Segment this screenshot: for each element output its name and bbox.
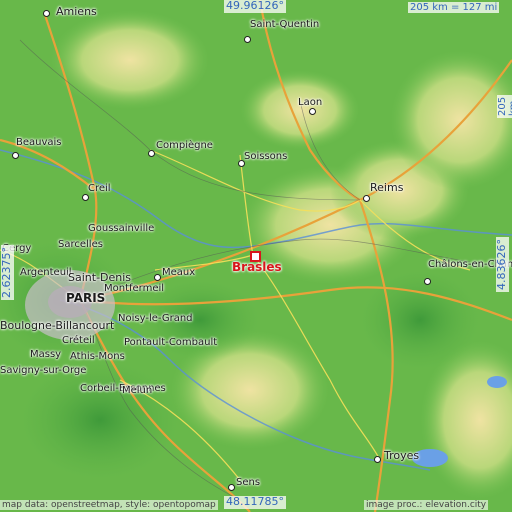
south-coordinate: 48.11785° bbox=[224, 495, 286, 509]
place-goussainville: Goussainville bbox=[88, 223, 155, 234]
place-dot bbox=[424, 278, 431, 285]
attribution-image-proc: image proc.: elevation.city bbox=[364, 500, 489, 510]
place-dot bbox=[82, 194, 89, 201]
place-paris: PARIS bbox=[66, 291, 106, 305]
east-coordinate: 4.83626° bbox=[495, 237, 509, 292]
place-melun: Melun bbox=[122, 385, 153, 396]
place-savigny-sur-orge: Savigny-sur-Orge bbox=[0, 365, 87, 376]
map-view[interactable]: Amiens Saint-Quentin Laon Beauvais Compi… bbox=[0, 0, 512, 512]
place-sens: Sens bbox=[236, 477, 261, 488]
place-meaux: Meaux bbox=[162, 267, 196, 278]
horizontal-scale: 205 km = 127 mi bbox=[408, 2, 500, 13]
place-massy: Massy bbox=[30, 349, 62, 360]
attribution-map-data: map data: openstreetmap, style: opentopo… bbox=[0, 500, 218, 510]
place-beauvais: Beauvais bbox=[16, 137, 62, 148]
place-amiens: Amiens bbox=[56, 5, 97, 18]
place-laon: Laon bbox=[298, 97, 323, 108]
place-athis-mons: Athis-Mons bbox=[70, 351, 125, 362]
place-boulogne-billancourt: Boulogne-Billancourt bbox=[0, 319, 115, 332]
place-dot bbox=[374, 456, 381, 463]
place-saint-quentin: Saint-Quentin bbox=[250, 19, 320, 30]
place-troyes: Troyes bbox=[384, 449, 420, 462]
place-dot bbox=[148, 150, 155, 157]
vertical-scale: 205 km = 127 mi bbox=[497, 94, 512, 118]
place-dot bbox=[309, 108, 316, 115]
place-dot bbox=[244, 36, 251, 43]
place-dot bbox=[12, 152, 19, 159]
place-dot bbox=[154, 274, 161, 281]
place-dot bbox=[228, 484, 235, 491]
place-dot bbox=[238, 160, 245, 167]
place-creteil: Créteil bbox=[62, 335, 95, 346]
north-coordinate: 49.96126° bbox=[224, 0, 286, 13]
place-soissons: Soissons bbox=[244, 151, 288, 162]
place-sarcelles: Sarcelles bbox=[58, 239, 103, 250]
place-argenteuil: Argenteuil bbox=[20, 267, 72, 278]
focus-place-label: Brasles bbox=[232, 260, 282, 274]
place-montfermeil: Montfermeil bbox=[104, 283, 165, 294]
place-noisy-le-grand: Noisy-le-Grand bbox=[118, 313, 193, 324]
place-compiegne: Compiègne bbox=[156, 140, 213, 151]
place-dot bbox=[43, 10, 50, 17]
place-dot bbox=[363, 195, 370, 202]
place-creil: Creil bbox=[88, 183, 111, 194]
place-pontault-combault: Pontault-Combault bbox=[124, 337, 218, 348]
place-reims: Reims bbox=[370, 181, 404, 194]
west-coordinate: 2.62375° bbox=[0, 245, 14, 300]
place-saint-denis: Saint-Denis bbox=[68, 271, 132, 284]
